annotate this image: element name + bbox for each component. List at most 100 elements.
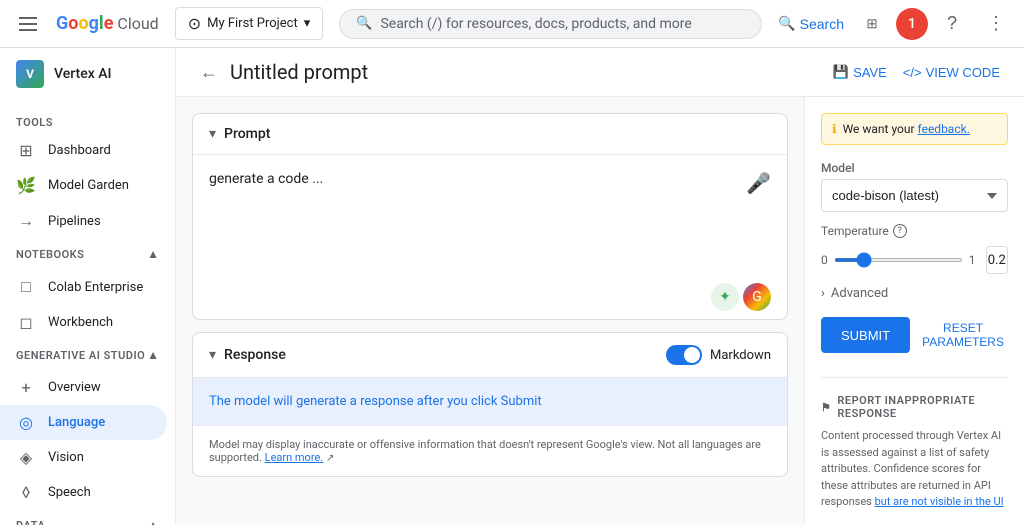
report-section: ⚑ REPORT INAPPROPRIATE RESPONSE Content …: [821, 377, 1008, 511]
sidebar-item-label: Colab Enterprise: [48, 280, 143, 295]
generative-section-header[interactable]: GENERATIVE AI STUDIO ▲: [0, 340, 175, 370]
info-icon: ℹ: [832, 122, 837, 136]
feedback-link[interactable]: feedback.: [918, 122, 970, 136]
view-code-button[interactable]: </> VIEW CODE: [903, 65, 1000, 80]
model-garden-icon: 🌿: [16, 176, 36, 195]
search-placeholder: Search (/) for resources, docs, products…: [380, 16, 745, 32]
menu-button[interactable]: [8, 4, 48, 44]
apps-icon: ⊞: [866, 16, 877, 32]
temperature-label-row: Temperature ?: [821, 224, 1008, 238]
learn-more-link[interactable]: Learn more.: [265, 451, 324, 464]
main-layout: V Vertex AI TOOLS ⊞ Dashboard 🌿 Model Ga…: [0, 48, 1024, 525]
data-section-header[interactable]: DATA ▲: [0, 510, 175, 525]
sidebar-item-pipelines[interactable]: → Pipelines: [0, 203, 167, 239]
report-title: ⚑ REPORT INAPPROPRIATE RESPONSE: [821, 394, 1008, 420]
avatar[interactable]: 1: [896, 8, 928, 40]
apps-button[interactable]: ⊞: [852, 4, 892, 44]
editor-panel: ▾ Prompt generate a code ... 🎤 ✦ G: [176, 97, 804, 525]
response-disclaimer: Model may display inaccurate or offensiv…: [193, 426, 787, 476]
vertex-ai-logo-row: V Vertex AI: [0, 48, 175, 100]
main-panel: ▾ Prompt generate a code ... 🎤 ✦ G: [176, 97, 1024, 525]
prompt-card-body[interactable]: generate a code ... 🎤: [193, 155, 787, 275]
chevron-right-icon: ›: [821, 286, 825, 301]
vertex-logo-icon: V: [16, 60, 44, 88]
sidebar-item-language[interactable]: ◎ Language: [0, 405, 167, 440]
sidebar-item-model-garden[interactable]: 🌿 Model Garden: [0, 168, 167, 203]
sidebar-item-vision[interactable]: ◈ Vision: [0, 440, 167, 475]
markdown-label: Markdown: [710, 348, 771, 363]
data-chevron-icon: ▲: [147, 518, 159, 525]
collapse-prompt-icon[interactable]: ▾: [209, 126, 216, 142]
vision-icon: ◈: [16, 448, 36, 467]
sidebar-item-label: Model Garden: [48, 178, 129, 193]
project-name: My First Project: [207, 16, 298, 31]
google-logo-text: Google: [56, 13, 113, 34]
response-card-header: ▾ Response Markdown: [193, 333, 787, 378]
notebooks-section-header[interactable]: NOTEBOOKS ▲: [0, 239, 175, 269]
sidebar-item-workbench[interactable]: ◻ Workbench: [0, 305, 167, 340]
topbar-actions: ⊞ 1 ? ⋮: [852, 4, 1016, 44]
project-selector[interactable]: ⊙ My First Project ▾: [175, 7, 324, 40]
advanced-row[interactable]: › Advanced: [821, 286, 1008, 301]
temperature-slider[interactable]: [834, 258, 963, 262]
prompt-card-footer: ✦ G: [193, 275, 787, 319]
sidebar-item-label: Pipelines: [48, 214, 101, 229]
gemini-green-icon[interactable]: ✦: [711, 283, 739, 311]
collapse-response-icon[interactable]: ▾: [209, 347, 216, 363]
sidebar-item-label: Workbench: [48, 315, 113, 330]
right-panel: ℹ We want your feedback. Model code-biso…: [804, 97, 1024, 525]
report-link[interactable]: but are not visible in the UI: [875, 495, 1004, 508]
page-header-right: 💾 SAVE </> VIEW CODE: [833, 64, 1000, 80]
more-options-icon: ⋮: [987, 13, 1005, 34]
prompt-card-title: Prompt: [224, 126, 270, 142]
tools-section-title: TOOLS: [0, 100, 175, 133]
topbar: Google Cloud ⊙ My First Project ▾ 🔍 Sear…: [0, 0, 1024, 48]
submit-button[interactable]: SUBMIT: [821, 317, 910, 353]
code-icon: </>: [903, 65, 922, 80]
google-cloud-logo: Google Cloud: [56, 13, 159, 34]
reset-parameters-button[interactable]: RESET PARAMETERS: [918, 317, 1008, 353]
page-header: ← Untitled prompt 💾 SAVE </> VIEW CODE: [176, 48, 1024, 97]
colab-icon: □: [16, 277, 36, 297]
response-header-right: Markdown: [666, 345, 771, 365]
help-button[interactable]: ?: [932, 4, 972, 44]
page-header-left: ← Untitled prompt: [200, 60, 368, 84]
prompt-text: generate a code ...: [209, 171, 323, 187]
workbench-icon: ◻: [16, 313, 36, 332]
temp-max-label: 1: [969, 253, 976, 267]
sidebar-item-label: Dashboard: [48, 143, 111, 158]
help-icon: ?: [947, 13, 957, 34]
microphone-icon[interactable]: 🎤: [746, 171, 771, 195]
sidebar-item-speech[interactable]: ◊ Speech: [0, 475, 167, 510]
model-select[interactable]: code-bison (latest)text-bison (latest)ch…: [821, 179, 1008, 212]
search-bar[interactable]: 🔍 Search (/) for resources, docs, produc…: [339, 9, 762, 39]
external-link-icon: ↗: [326, 453, 334, 464]
sidebar-item-label: Language: [48, 415, 105, 430]
temperature-slider-row: 0 1 0.2: [821, 246, 1008, 274]
back-button[interactable]: ←: [200, 62, 218, 83]
sidebar-item-overview[interactable]: + Overview: [0, 370, 167, 405]
search-icon-btn: 🔍: [778, 15, 795, 32]
response-card-title: Response: [224, 347, 286, 363]
prompt-card: ▾ Prompt generate a code ... 🎤 ✦ G: [192, 113, 788, 320]
ai-assistant-icons: ✦ G: [711, 283, 771, 311]
notebooks-chevron-icon: ▲: [147, 247, 159, 261]
content-area: ← Untitled prompt 💾 SAVE </> VIEW CODE: [176, 48, 1024, 525]
report-text: Content processed through Vertex AI is a…: [821, 428, 1008, 511]
sidebar-item-label: Vision: [48, 450, 84, 465]
more-options-button[interactable]: ⋮: [976, 4, 1016, 44]
vertex-ai-label: Vertex AI: [54, 66, 111, 82]
temperature-value: 0.2: [986, 246, 1009, 274]
temperature-help-icon[interactable]: ?: [893, 224, 907, 238]
overview-icon: +: [16, 378, 36, 397]
sidebar-item-dashboard[interactable]: ⊞ Dashboard: [0, 133, 167, 168]
generative-chevron-icon: ▲: [147, 348, 159, 362]
search-button[interactable]: 🔍 Search: [778, 15, 844, 32]
pipelines-icon: →: [16, 211, 36, 231]
gemini-multi-icon[interactable]: G: [743, 283, 771, 311]
save-button[interactable]: 💾 SAVE: [833, 64, 887, 80]
temp-min-label: 0: [821, 253, 828, 267]
markdown-toggle[interactable]: [666, 345, 702, 365]
prompt-card-header: ▾ Prompt: [193, 114, 787, 155]
sidebar-item-colab[interactable]: □ Colab Enterprise: [0, 269, 167, 305]
